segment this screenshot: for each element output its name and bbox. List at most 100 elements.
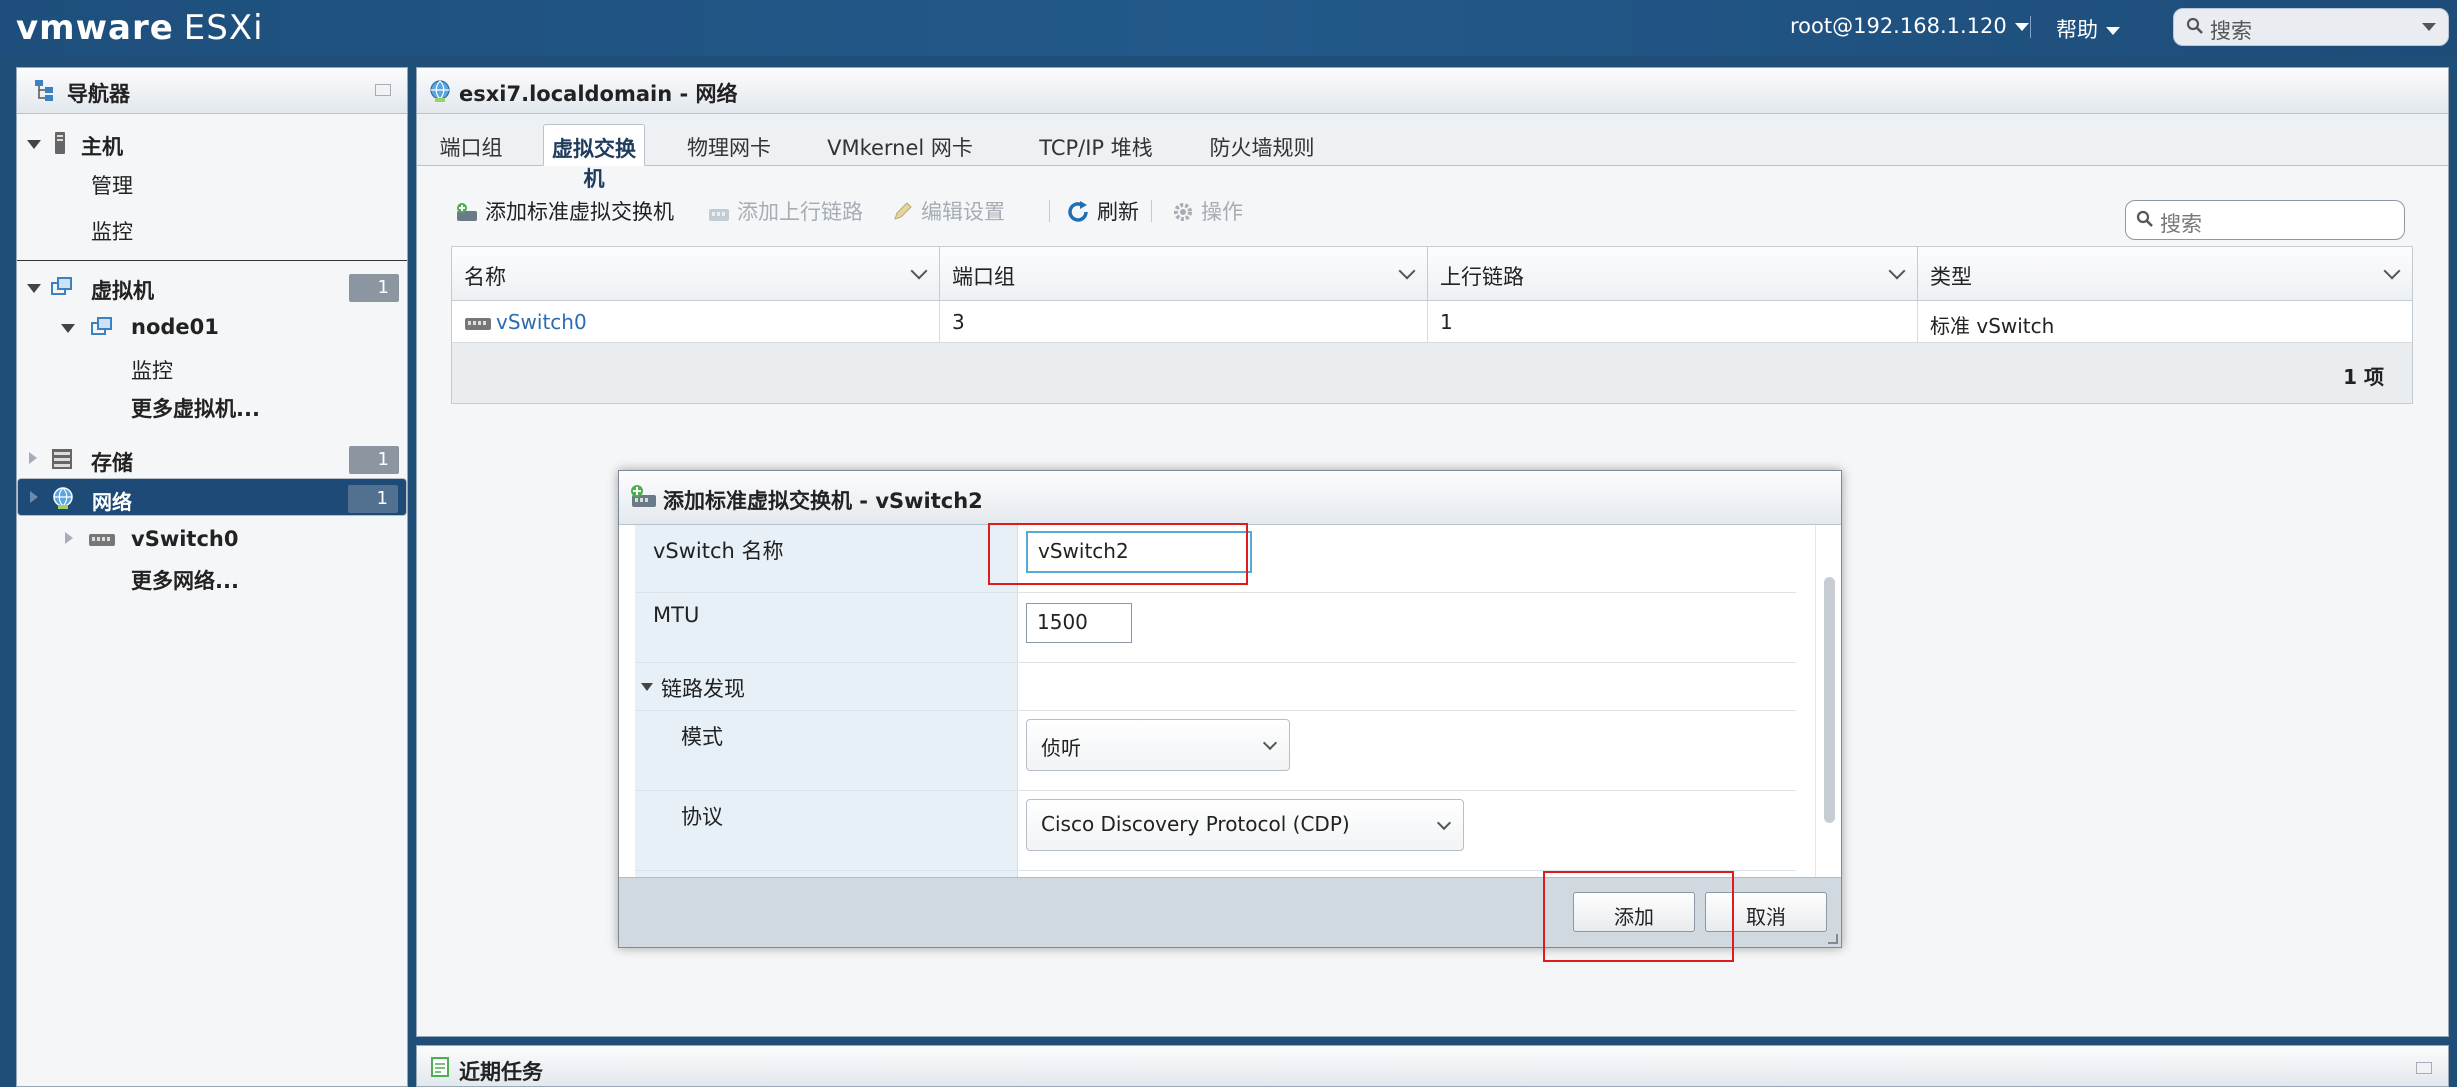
add-vswitch-label: 添加标准虚拟交换机 — [485, 200, 674, 224]
chevron-down-icon[interactable] — [641, 683, 653, 691]
navigator-panel: 导航器 主机 管理 监控 虚拟机 1 node01 监控 更多虚拟机... 存储… — [16, 67, 408, 1087]
nav-item-network[interactable]: 网络 1 — [17, 478, 407, 516]
chevron-down-icon[interactable] — [1398, 262, 1416, 280]
edit-settings-button[interactable]: 编辑设置 — [891, 196, 1005, 226]
chevron-down-icon — [2106, 27, 2120, 35]
column-type[interactable]: 类型 — [1918, 247, 2412, 301]
chevron-down-icon[interactable] — [27, 284, 41, 293]
nav-item-host[interactable]: 主机 — [17, 124, 407, 162]
main-header: esxi7.localdomain - 网络 — [417, 68, 2448, 114]
navigator-title: 导航器 — [67, 82, 130, 106]
nav-item-label: 管理 — [91, 174, 133, 198]
chevron-down-icon[interactable] — [1888, 262, 1906, 280]
divider — [1049, 200, 1050, 222]
user-menu[interactable]: root@192.168.1.120 — [1790, 14, 2029, 38]
storage-icon — [52, 449, 72, 469]
cell-uplinks: 1 — [1428, 301, 1918, 343]
chevron-right-icon[interactable] — [65, 532, 73, 544]
form-value-cell: Cisco Discovery Protocol (CDP) — [1018, 791, 1796, 870]
form-row-mode: 模式 侦听 — [635, 711, 1796, 791]
nav-item-label: node01 — [131, 315, 219, 339]
vswitch-icon — [465, 318, 491, 330]
search-placeholder: 搜索 — [2210, 19, 2252, 43]
item-count: 1 项 — [2343, 365, 2384, 389]
search-icon — [2136, 210, 2153, 227]
scrollbar-thumb[interactable] — [1824, 577, 1835, 823]
vswitch-search-input[interactable]: 搜索 — [2125, 200, 2405, 240]
actions-button[interactable]: 操作 — [1171, 196, 1243, 226]
refresh-button[interactable]: 刷新 — [1067, 196, 1139, 226]
nav-item-monitor[interactable]: 监控 — [17, 209, 407, 247]
nav-item-more-networks[interactable]: 更多网络... — [17, 558, 407, 596]
mode-select[interactable]: 侦听 — [1026, 719, 1290, 771]
form-label-cell: 协议 — [635, 791, 1018, 870]
tab-firewall-rules[interactable]: 防火墙规则 — [1207, 124, 1317, 166]
tasks-icon — [431, 1057, 449, 1077]
nav-item-storage[interactable]: 存储 1 — [17, 440, 407, 478]
count-badge: 1 — [348, 485, 398, 513]
column-name[interactable]: 名称 — [452, 247, 940, 301]
vm-icon — [91, 317, 112, 335]
dialog-scrollbar[interactable] — [1815, 525, 1841, 877]
chevron-down-icon[interactable] — [910, 262, 928, 280]
add-uplink-button[interactable]: 添加上行链路 — [707, 196, 863, 226]
table-header: 名称 端口组 上行链路 类型 — [452, 247, 2412, 301]
nav-item-label: vSwitch0 — [131, 527, 239, 551]
minimize-icon[interactable] — [375, 84, 391, 96]
column-uplinks[interactable]: 上行链路 — [1428, 247, 1918, 301]
minimize-icon[interactable] — [2416, 1062, 2432, 1074]
top-bar: vmware ESXi root@192.168.1.120 帮助 搜索 — [0, 0, 2457, 56]
refresh-label: 刷新 — [1097, 200, 1139, 224]
form-row-protocol: 协议 Cisco Discovery Protocol (CDP) — [635, 791, 1796, 871]
nav-item-vm-node01[interactable]: node01 — [17, 308, 407, 346]
tab-virtual-switches[interactable]: 虚拟交换机 — [543, 124, 645, 191]
add-vswitch-icon — [631, 485, 656, 507]
chevron-down-icon[interactable] — [2383, 262, 2401, 280]
nav-item-label: 监控 — [131, 359, 173, 383]
chevron-right-icon[interactable] — [30, 491, 38, 503]
cell-name[interactable]: vSwitch0 — [452, 301, 940, 343]
nav-item-vm-monitor[interactable]: 监控 — [17, 348, 407, 386]
gear-icon — [1174, 203, 1192, 221]
link-discovery-label: 链路发现 — [661, 677, 745, 701]
chevron-down-icon — [2014, 23, 2029, 31]
form-row-mtu: MTU 1500 — [635, 593, 1796, 663]
column-label: 类型 — [1930, 265, 1972, 289]
tab-physical-nics[interactable]: 物理网卡 — [683, 124, 775, 166]
network-icon — [430, 80, 450, 102]
chevron-down-icon[interactable] — [61, 324, 75, 333]
vmware-esxi-logo: vmware ESXi — [16, 8, 264, 48]
nav-item-more-vms[interactable]: 更多虚拟机... — [17, 386, 407, 424]
protocol-value: Cisco Discovery Protocol (CDP) — [1041, 812, 1350, 836]
cell-portgroups: 3 — [940, 301, 1428, 343]
chevron-down-icon[interactable] — [2422, 23, 2436, 31]
nav-item-label: 虚拟机 — [91, 279, 154, 303]
table-row[interactable]: vSwitch0 3 1 标准 vSwitch — [452, 301, 2412, 343]
chevron-down-icon[interactable] — [27, 140, 41, 149]
nav-item-vswitch0[interactable]: vSwitch0 — [17, 520, 407, 558]
network-icon — [53, 487, 73, 509]
help-menu[interactable]: 帮助 — [2056, 14, 2120, 44]
column-portgroups[interactable]: 端口组 — [940, 247, 1428, 301]
nav-item-vms[interactable]: 虚拟机 1 — [17, 268, 407, 306]
mode-label: 模式 — [681, 725, 723, 749]
vswitch-name[interactable]: vSwitch0 — [496, 310, 587, 334]
resize-grip-icon[interactable] — [1828, 934, 1838, 944]
vm-icon — [51, 277, 72, 295]
form-row-link-discovery[interactable]: 链路发现 — [635, 663, 1796, 711]
add-vswitch-button[interactable]: 添加标准虚拟交换机 — [455, 196, 674, 226]
tab-tcpip-stacks[interactable]: TCP/IP 堆栈 — [1021, 124, 1171, 166]
recent-tasks-panel: 近期任务 — [416, 1045, 2449, 1087]
chevron-right-icon[interactable] — [29, 452, 37, 464]
protocol-select[interactable]: Cisco Discovery Protocol (CDP) — [1026, 799, 1464, 851]
brand-vmware: vmware — [16, 8, 174, 48]
count-badge: 1 — [349, 446, 399, 474]
form-label-cell: 链路发现 — [635, 663, 1018, 710]
actions-label: 操作 — [1201, 200, 1243, 224]
global-search-input[interactable]: 搜索 — [2173, 8, 2449, 46]
tab-portgroups[interactable]: 端口组 — [435, 124, 507, 166]
dialog-header: 添加标准虚拟交换机 - vSwitch2 — [619, 471, 1841, 525]
nav-item-manage[interactable]: 管理 — [17, 163, 407, 201]
tab-vmkernel-nics[interactable]: VMkernel 网卡 — [815, 124, 985, 166]
mtu-input[interactable]: 1500 — [1026, 603, 1132, 643]
